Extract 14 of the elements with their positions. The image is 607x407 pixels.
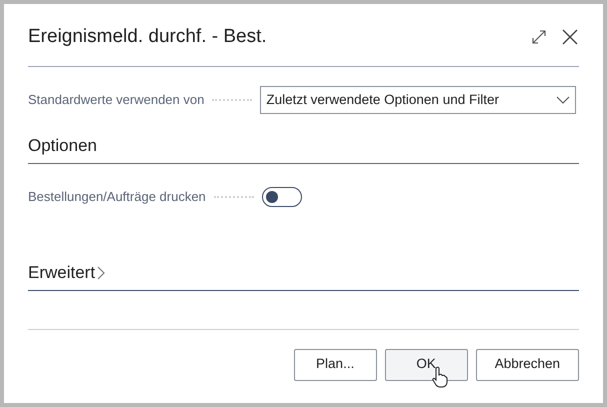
dialog-button[interactable]: OK <box>384 348 468 380</box>
dialog-button[interactable]: Abbrechen <box>476 348 579 380</box>
field-label: Standardwerte verwenden von <box>28 91 204 110</box>
dialog-button[interactable]: Plan... <box>294 348 377 380</box>
section-heading: Optionen <box>28 136 97 155</box>
chevron-down-icon <box>556 96 570 104</box>
defaults-dropdown[interactable]: Zuletzt verwendete Optionen und Filter <box>260 86 576 114</box>
close-icon[interactable] <box>561 28 579 46</box>
chevron-right-icon <box>97 266 106 280</box>
dialog-title: Ereignismeld. durchf. - Best. <box>28 24 268 49</box>
field-label: Bestellungen/Aufträge drucken <box>28 188 206 206</box>
toggle-switch[interactable] <box>262 187 302 207</box>
expand-icon[interactable] <box>531 29 547 45</box>
section-toggle[interactable]: Erweitert <box>28 260 106 286</box>
